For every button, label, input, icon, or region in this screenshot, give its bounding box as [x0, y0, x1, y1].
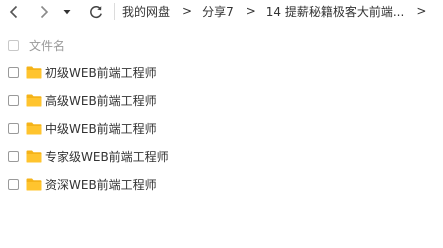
breadcrumb-item-my-drive[interactable]: 我的网盘 [122, 3, 170, 20]
folder-icon [26, 94, 42, 106]
chevron-left-icon [9, 5, 18, 19]
breadcrumb-separator[interactable]: > [416, 4, 426, 18]
file-name: 专家级WEB前端工程师 [45, 149, 169, 164]
file-name: 中级WEB前端工程师 [45, 121, 157, 136]
breadcrumb-separator: > [182, 4, 193, 18]
file-name: 高级WEB前端工程师 [45, 93, 157, 108]
caret-down-icon [63, 10, 71, 15]
breadcrumb-item-current-folder[interactable]: 14 提薪秘籍极客大前端... [266, 3, 405, 20]
forward-button[interactable] [36, 1, 52, 23]
list-item[interactable]: 初级WEB前端工程师 [0, 61, 443, 83]
breadcrumb-separator: > [245, 4, 256, 18]
list-item[interactable]: 高级WEB前端工程师 [0, 89, 443, 111]
breadcrumb-item-share7[interactable]: 分享7 [202, 3, 234, 20]
list-item[interactable]: 专家级WEB前端工程师 [0, 145, 443, 167]
row-checkbox[interactable] [8, 178, 19, 190]
list-header: 文件名 [0, 34, 443, 56]
breadcrumb: 我的网盘 > 分享7 > 14 提薪秘籍极客大前端... > [122, 0, 436, 22]
row-checkbox[interactable] [8, 122, 19, 134]
back-button[interactable] [6, 1, 22, 23]
list-item[interactable]: 资深WEB前端工程师 [0, 173, 443, 195]
folder-icon [26, 178, 42, 190]
folder-icon [26, 66, 42, 78]
column-header-filename[interactable]: 文件名 [29, 37, 65, 54]
folder-icon [26, 122, 42, 134]
row-checkbox[interactable] [8, 150, 19, 162]
chevron-right-icon [40, 5, 49, 19]
refresh-icon [90, 6, 102, 19]
list-item[interactable]: 中级WEB前端工程师 [0, 117, 443, 139]
file-name: 初级WEB前端工程师 [45, 65, 157, 80]
select-all-checkbox[interactable] [8, 39, 19, 51]
row-checkbox[interactable] [8, 66, 19, 78]
toolbar-divider [114, 3, 115, 20]
folder-icon [26, 150, 42, 162]
file-name: 资深WEB前端工程师 [45, 177, 157, 192]
row-checkbox[interactable] [8, 94, 19, 106]
history-dropdown-button[interactable] [61, 1, 73, 23]
refresh-button[interactable] [86, 1, 106, 23]
toolbar: 我的网盘 > 分享7 > 14 提薪秘籍极客大前端... > [0, 0, 443, 24]
